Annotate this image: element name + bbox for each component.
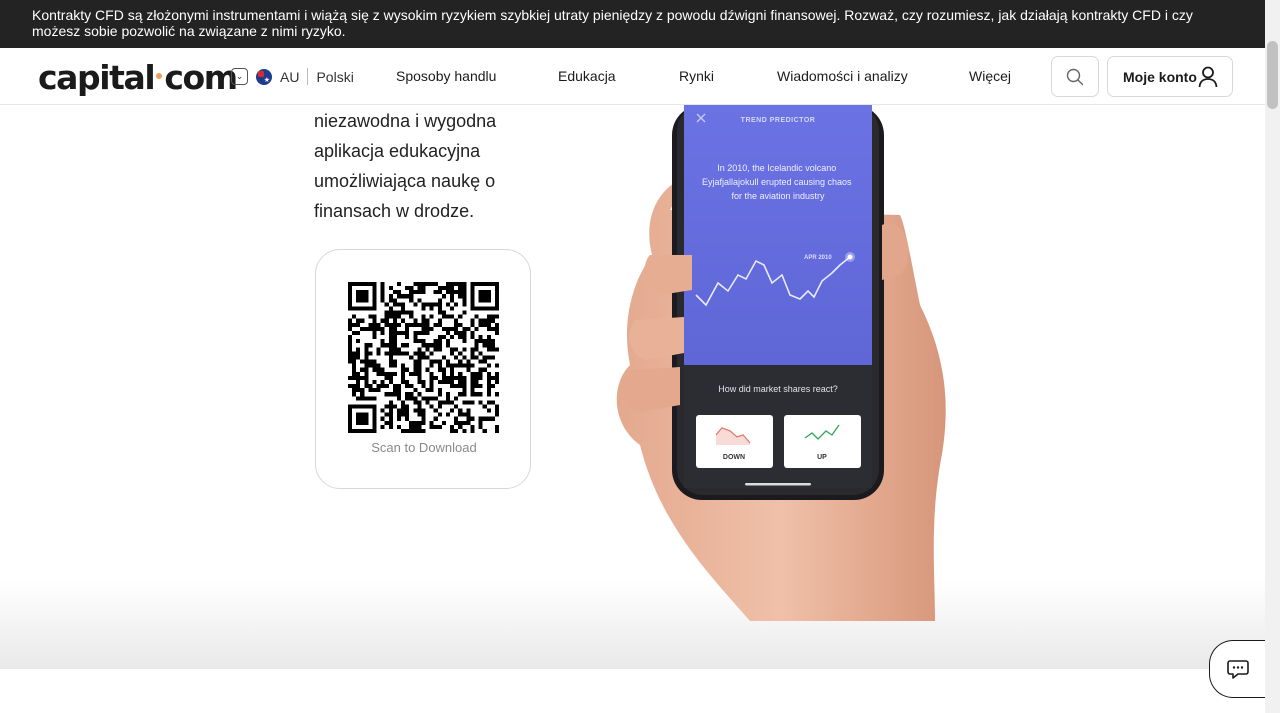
divider [307,68,309,85]
logo-right: com [164,58,238,97]
up-label: UP [817,454,827,461]
australia-flag-icon [256,68,272,85]
marker-label: APR 2010 [804,255,832,261]
search-icon [1066,68,1084,85]
nav-sposoby-handlu[interactable]: Sposoby handlu [396,68,496,84]
qr-download-card: Scan to Download [315,249,531,489]
chat-button[interactable] [1209,640,1269,698]
logo-dot [156,73,163,79]
question-text: How did market shares react? [718,384,838,394]
app-description: niezawodna i wygodna aplikacja edukacyjn… [314,111,497,221]
my-account-button[interactable]: Moje konto [1107,56,1233,97]
search-button[interactable] [1051,56,1099,97]
logo[interactable]: capital com [38,58,238,97]
nav-wiecej[interactable]: Więcej [969,68,1011,84]
qr-code[interactable] [348,282,499,433]
nav-rynki[interactable]: Rynki [679,68,714,84]
region-code: AU [280,68,300,85]
app-title: TREND PREDICTOR [741,117,816,124]
page: Kontrakty CFD są złożonymi instrumentami… [0,0,1280,713]
logo-left: capital [38,58,156,97]
nav-wiadomosci[interactable]: Wiadomości i analizy [777,68,908,84]
chat-icon [1227,660,1249,679]
my-account-label: Moje konto [1123,68,1197,85]
scrollbar-thumb[interactable] [1267,41,1278,109]
down-label: DOWN [723,454,745,461]
chevron-down-icon[interactable]: ⌄ [231,68,248,85]
phone-in-hand-image: TREND PREDICTOR In 2010, the Icelandic v… [616,105,946,621]
nav-edukacja[interactable]: Edukacja [558,68,616,84]
user-icon [1198,66,1218,88]
qr-caption: Scan to Download [371,440,477,455]
risk-warning-text: Kontrakty CFD są złożonymi instrumentami… [32,7,1193,39]
scrollbar[interactable] [1265,0,1280,713]
region-selector[interactable]: ⌄ AU Polski [231,68,354,85]
site-header: capitalcom ⌄ AU Polski Sposoby handlu Ed… [0,48,1265,105]
language-label: Polski [316,68,354,85]
risk-warning-banner: Kontrakty CFD są złożonymi instrumentami… [0,0,1265,48]
